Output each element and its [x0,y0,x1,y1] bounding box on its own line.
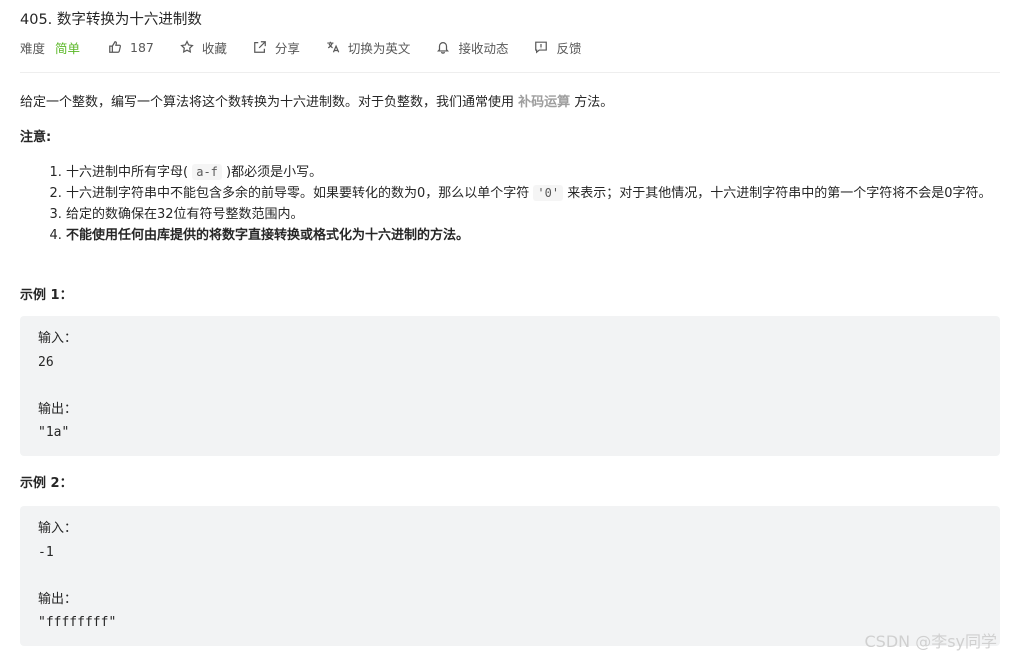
switch-language-button[interactable]: 切换为英文 [326,38,411,57]
rule-text: 来表示；对于其他情况，十六进制字符串中的第一个字符将不会是0字符。 [567,186,992,201]
header-divider [20,72,1000,73]
rule-item: 给定的数确保在32位有符号整数范围内。 [66,204,1000,225]
input-value: 26 [38,354,54,370]
rule-item: 不能使用任何由库提供的将数字直接转换或格式化为十六进制的方法。 [66,225,1000,246]
rule-item: 十六进制中所有字母( a-f )都必须是小写。 [66,162,1000,183]
thumbs-up-icon [109,41,122,53]
intro-text-end: 方法。 [570,95,614,110]
rule-item: 十六进制字符串中不能包含多余的前导零。如果要转化的数为0，那么以单个字符 '0'… [66,183,1000,204]
example-1-heading: 示例 1： [20,288,73,303]
favorite-button[interactable]: 收藏 [180,38,227,57]
problem-description: 给定一个整数，编写一个算法将这个数转换为十六进制数。对于负整数，我们通常使用 补… [20,91,613,110]
input-label: 输入： [38,331,78,346]
bell-icon [437,42,450,54]
share-label: 分享 [274,40,300,56]
like-button[interactable]: 187 [108,40,154,55]
favorite-label: 收藏 [201,40,227,56]
feedback-icon [535,41,548,54]
rule-text: 给定的数确保在32位有符号整数范围内。 [66,207,304,222]
rule-text: 十六进制字符串中不能包含多余的前导零。如果要转化的数为0，那么以单个字符 [66,186,530,201]
example-2-heading: 示例 2： [20,476,73,491]
rules-list: 十六进制中所有字母( a-f )都必须是小写。 十六进制字符串中不能包含多余的前… [50,162,1000,246]
input-label: 输入： [38,521,78,536]
switch-language-label: 切换为英文 [347,40,411,56]
like-count: 187 [130,39,154,55]
output-value: "1a" [38,425,70,440]
watermark: CSDN @李sy同学 [864,632,997,651]
example-2-block: 输入： -1 输出： "ffffffff" [20,506,1000,646]
subscribe-label: 接收动态 [458,40,509,56]
inline-code: a-f [192,164,222,180]
rule-text: 不能使用任何由库提供的将数字直接转换或格式化为十六进制的方法。 [66,228,470,243]
input-value: -1 [38,544,54,560]
problem-title: 405. 数字转换为十六进制数 [20,12,202,28]
inline-code: '0' [533,185,564,201]
rule-text: 十六进制中所有字母( [66,165,189,180]
note-heading: 注意: [20,130,52,145]
subscribe-button[interactable]: 接收动态 [436,38,508,57]
share-button[interactable]: 分享 [253,38,300,57]
output-label: 输出： [38,591,78,607]
intro-text: 给定一个整数，编写一个算法将这个数转换为十六进制数。对于负整数，我们通常使用 [20,95,519,110]
rule-text: )都必须是小写。 [226,165,323,180]
translate-icon [327,41,340,53]
difficulty-label: 难度 [20,40,46,56]
twos-complement-link[interactable]: 补码运算 [518,95,570,110]
feedback-button[interactable]: 反馈 [534,38,581,57]
example-1-block: 输入： 26 输出： "1a" [20,316,1000,456]
output-label: 输出： [38,401,78,417]
star-icon [180,40,194,54]
feedback-label: 反馈 [556,40,582,56]
output-value: "ffffffff" [38,615,117,630]
problem-meta-bar: 难度 简单 187 收藏 分享 切换为英文 接收动态 反馈 [20,38,607,56]
difficulty-badge: 简单 [55,40,81,56]
share-icon [254,41,266,53]
